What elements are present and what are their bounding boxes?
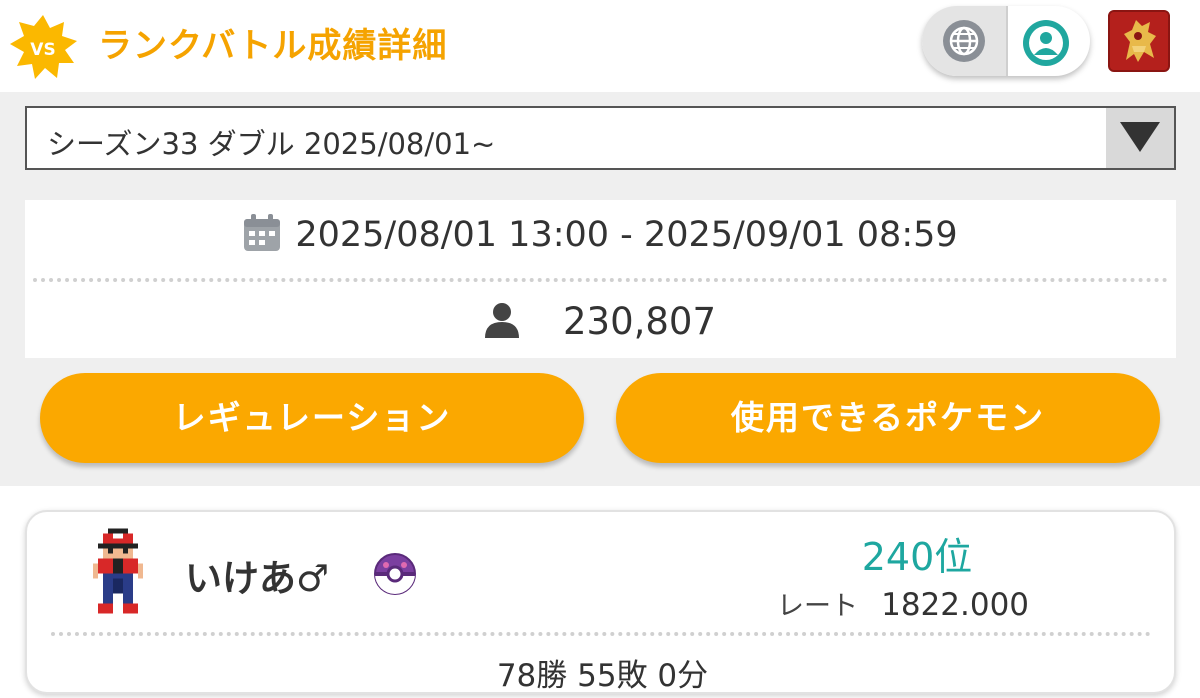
master-ball-icon <box>373 552 417 600</box>
app-header: VS ランクバトル成績詳細 <box>0 0 1200 92</box>
profile-icon <box>1022 19 1070 71</box>
vs-badge-icon: VS <box>8 14 78 80</box>
trainer-sprite <box>93 528 143 614</box>
rate-label: レート <box>777 591 858 622</box>
season-period: 2025/08/01 13:00 - 2025/09/01 08:59 <box>295 215 958 255</box>
divider <box>51 632 1151 636</box>
calendar-icon <box>243 214 281 256</box>
globe-icon <box>942 19 986 67</box>
view-toggle[interactable] <box>922 6 1090 76</box>
rate-value: 1822.000 <box>881 587 1030 623</box>
rate-row: レート 1822.000 <box>777 584 1029 623</box>
regulation-button[interactable]: レギュレーション <box>40 373 584 463</box>
record-card[interactable]: いけあ♂ 240位 レート 1822.000 78勝 55敗 0分 <box>25 510 1176 694</box>
rank: 240位 <box>861 535 973 579</box>
trainer-avatar[interactable] <box>1108 10 1170 72</box>
page-title: ランクバトル成績詳細 <box>98 26 448 66</box>
person-icon <box>484 302 519 342</box>
divider <box>33 278 1168 282</box>
season-info-panel: 2025/08/01 13:00 - 2025/09/01 08:59 230,… <box>25 200 1176 358</box>
player-count: 230,807 <box>562 300 716 343</box>
player-count-row: 230,807 <box>25 300 1176 354</box>
win-loss-draw: 78勝 55敗 0分 <box>496 658 709 694</box>
vs-badge-label: VS <box>30 40 55 60</box>
season-period-row: 2025/08/01 13:00 - 2025/09/01 08:59 <box>25 214 1176 268</box>
global-view-button[interactable] <box>922 6 1006 76</box>
my-record-button[interactable] <box>1008 6 1090 76</box>
usable-pokemon-button[interactable]: 使用できるポケモン <box>616 373 1160 463</box>
season-select[interactable]: シーズン33 ダブル 2025/08/01~ <box>25 106 1176 170</box>
player-name: いけあ♂ <box>185 557 330 600</box>
season-select-arrow[interactable] <box>1106 108 1174 168</box>
season-select-value: シーズン33 ダブル 2025/08/01~ <box>47 127 496 161</box>
